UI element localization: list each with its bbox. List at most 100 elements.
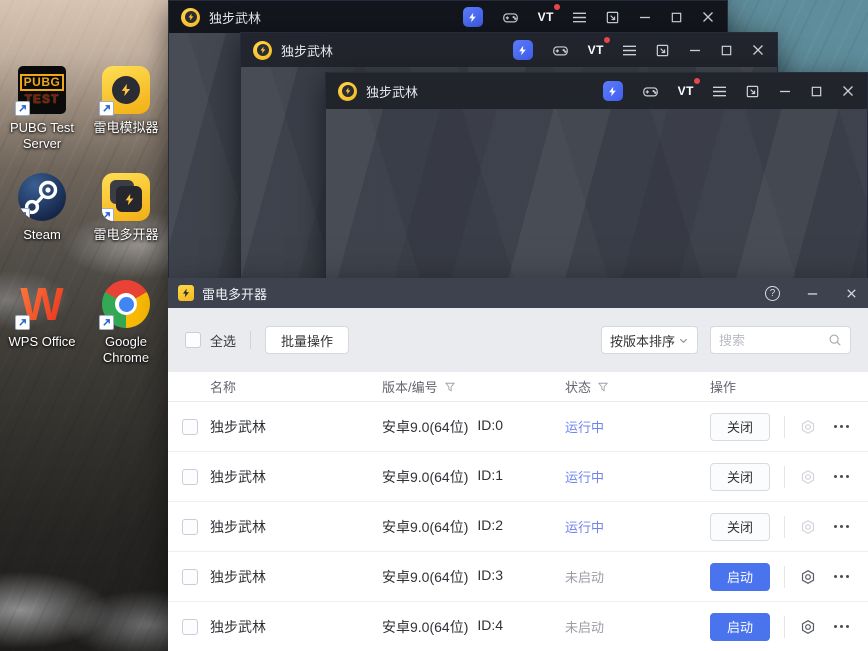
help-icon[interactable]: ? — [765, 285, 780, 301]
desktop-icon-label: Google Chrome — [102, 334, 150, 366]
maximize-button[interactable] — [670, 11, 683, 24]
start-stop-button[interactable]: 关闭 — [710, 512, 770, 541]
gamepad-icon[interactable] — [641, 82, 660, 101]
header-status: 状态 — [565, 377, 710, 396]
start-stop-button[interactable]: 启动 — [710, 562, 770, 591]
search-input[interactable] — [719, 332, 828, 348]
desktop-icon-wps-office[interactable]: W WPS Office — [0, 272, 84, 379]
shortcut-arrow-icon — [102, 208, 114, 221]
action-divider — [784, 515, 785, 538]
row-checkbox[interactable] — [182, 468, 198, 485]
minimize-button[interactable] — [806, 287, 819, 300]
start-stop-button[interactable]: 关闭 — [710, 412, 770, 441]
manager-titlebar: 雷电多开器 ? — [168, 278, 868, 308]
desktop-icon-steam[interactable]: Steam — [0, 165, 84, 272]
ldplayer-logo-icon — [181, 7, 200, 27]
search-box — [710, 326, 851, 354]
close-button[interactable] — [751, 43, 765, 57]
search-icon — [829, 334, 841, 346]
more-options-icon[interactable] — [834, 471, 849, 482]
multi-instance-manager-window: 雷电多开器 ? 全选 批量操作 按版本排序 名称 — [168, 278, 868, 651]
settings-gear-icon[interactable] — [799, 618, 817, 636]
settings-gear-icon[interactable] — [799, 518, 817, 536]
instance-name: 独步武林 — [210, 418, 266, 435]
header-name: 名称 — [210, 380, 237, 395]
close-button[interactable] — [701, 10, 715, 24]
vt-badge[interactable]: VT — [538, 4, 560, 26]
minimize-button[interactable] — [688, 43, 702, 57]
row-checkbox[interactable] — [182, 568, 198, 585]
maximize-button[interactable] — [720, 44, 733, 57]
settings-gear-icon[interactable] — [799, 568, 817, 586]
more-options-icon[interactable] — [834, 571, 849, 582]
resize-corner-icon[interactable] — [655, 43, 670, 58]
instance-row: 独步武林 安卓9.0(64位) ID:3 未启动 启动 — [168, 552, 868, 602]
emulator-titlebar-actions: VT — [602, 78, 855, 101]
resize-corner-icon[interactable] — [605, 10, 620, 25]
close-button[interactable] — [841, 84, 855, 98]
steam-icon — [18, 173, 66, 221]
wps-icon: W — [15, 280, 66, 330]
gamepad-icon[interactable] — [501, 8, 520, 27]
row-checkbox[interactable] — [182, 618, 198, 635]
instance-status: 运行中 — [565, 470, 605, 485]
instance-id: ID:2 — [477, 516, 504, 533]
desktop-icon-grid: PUBG TEST PUBG Test Server 雷电模拟器 Steam 雷… — [0, 58, 168, 379]
minimize-button[interactable] — [778, 84, 792, 98]
emulator-screen — [326, 109, 867, 279]
start-stop-button[interactable]: 启动 — [710, 612, 770, 641]
android-version: 安卓9.0(64位) — [382, 618, 469, 635]
desktop-icon-ld-multi[interactable]: 雷电多开器 — [84, 165, 168, 272]
boost-icon[interactable] — [602, 81, 623, 101]
menu-icon[interactable] — [622, 44, 637, 57]
instance-row: 独步武林 安卓9.0(64位) ID:0 运行中 关闭 — [168, 402, 868, 452]
boost-icon[interactable] — [512, 40, 533, 60]
desktop-icon-label: WPS Office — [8, 334, 76, 349]
settings-gear-icon[interactable] — [799, 468, 817, 486]
desktop-icon-pubg-test-server[interactable]: PUBG TEST PUBG Test Server — [0, 58, 84, 165]
gamepad-icon[interactable] — [551, 41, 570, 60]
row-checkbox[interactable] — [182, 418, 198, 435]
menu-icon[interactable] — [572, 11, 587, 24]
instance-status: 未启动 — [565, 570, 605, 585]
chrome-icon — [99, 280, 150, 330]
notification-dot — [554, 4, 560, 10]
more-options-icon[interactable] — [834, 521, 849, 532]
action-divider — [784, 465, 785, 488]
desktop-icon-label: 雷电多开器 — [93, 227, 159, 242]
instance-row: 独步武林 安卓9.0(64位) ID:1 运行中 关闭 — [168, 452, 868, 502]
action-divider — [784, 415, 785, 438]
more-options-icon[interactable] — [834, 621, 849, 632]
more-options-icon[interactable] — [834, 421, 849, 432]
settings-gear-icon[interactable] — [799, 418, 817, 436]
start-stop-button[interactable]: 关闭 — [710, 462, 770, 491]
maximize-button[interactable] — [810, 85, 823, 98]
desktop-icon-google-chrome[interactable]: Google Chrome — [84, 272, 168, 379]
boost-icon[interactable] — [462, 7, 483, 27]
minimize-button[interactable] — [638, 10, 652, 24]
emulator-window-title: 独步武林 — [366, 84, 419, 100]
header-action: 操作 — [710, 380, 737, 395]
android-version: 安卓9.0(64位) — [382, 468, 469, 485]
vt-badge[interactable]: VT — [678, 78, 700, 100]
instance-table-body: 独步武林 安卓9.0(64位) ID:0 运行中 关闭 独步武林 安卓9.0(6… — [168, 402, 868, 651]
shortcut-arrow-icon — [15, 315, 30, 330]
instance-version: 安卓9.0(64位) ID:4 — [382, 617, 565, 637]
desktop-icon-label: PUBG Test Server — [9, 120, 75, 152]
menu-icon[interactable] — [712, 85, 727, 98]
filter-icon[interactable] — [597, 381, 609, 393]
row-checkbox[interactable] — [182, 518, 198, 535]
desktop-icon-ld-emulator[interactable]: 雷电模拟器 — [84, 58, 168, 165]
select-all-checkbox[interactable] — [185, 332, 201, 348]
batch-operation-button[interactable]: 批量操作 — [265, 326, 350, 354]
resize-corner-icon[interactable] — [745, 84, 760, 99]
vt-badge[interactable]: VT — [588, 37, 610, 59]
android-version: 安卓9.0(64位) — [382, 568, 469, 585]
sort-dropdown[interactable]: 按版本排序 — [601, 326, 698, 354]
instance-name: 独步武林 — [210, 468, 266, 485]
instance-actions: 关闭 — [710, 512, 849, 541]
shortcut-arrow-icon — [99, 315, 114, 330]
close-button[interactable] — [845, 287, 858, 300]
filter-icon[interactable] — [444, 381, 456, 393]
instance-actions: 关闭 — [710, 412, 849, 441]
